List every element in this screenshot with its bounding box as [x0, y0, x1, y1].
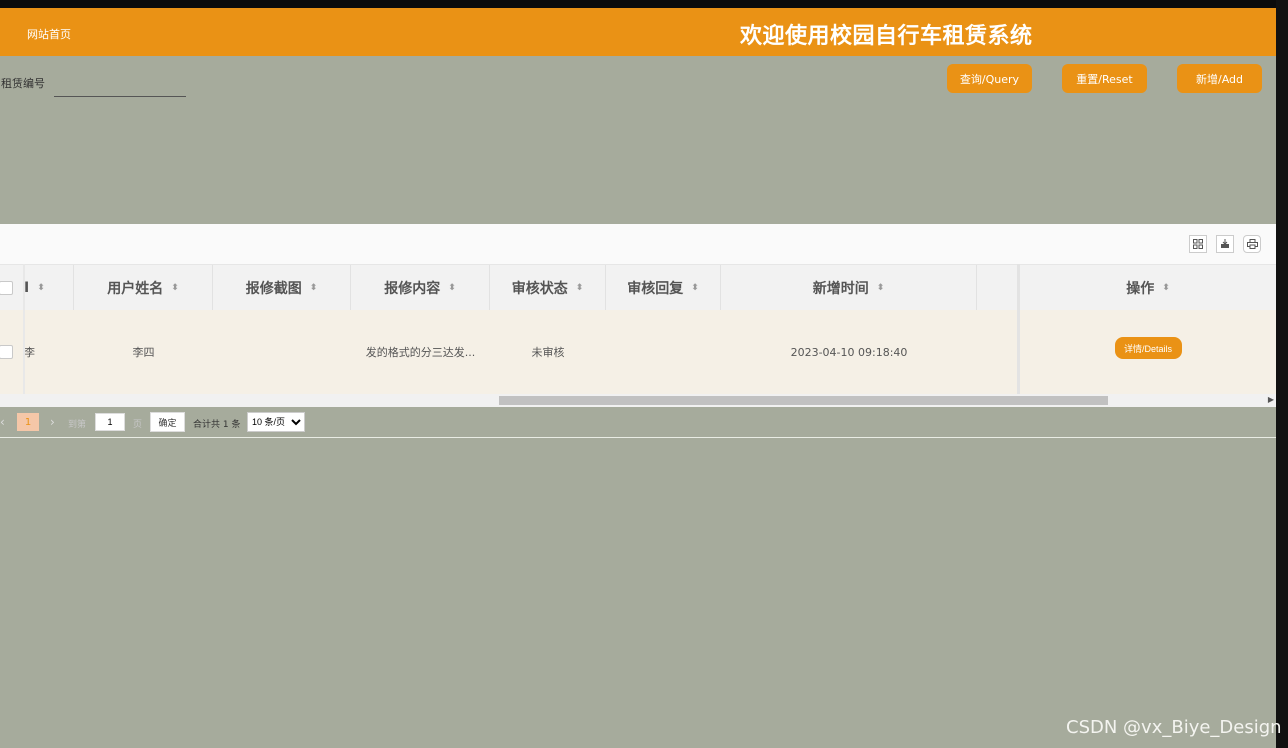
sort-icon[interactable]: ⬍ — [1162, 283, 1170, 293]
scrollbar-thumb[interactable] — [499, 396, 1108, 405]
cell-review-reply — [606, 310, 721, 394]
add-button[interactable]: 新增/Add — [1177, 64, 1262, 93]
prev-page-icon[interactable]: ‹ — [0, 415, 5, 429]
header-label: 报修内容 — [384, 280, 441, 297]
page-size-select[interactable]: 10 条/页 — [247, 412, 305, 432]
cell-actions: 详情/Details — [1020, 310, 1276, 394]
nav-home-link[interactable]: 网站首页 — [27, 26, 71, 42]
header-user-name[interactable]: 用户姓名 ⬍ — [74, 265, 213, 310]
cell-review-status: 未审核 — [531, 346, 565, 359]
horizontal-scrollbar[interactable]: ▶ — [0, 394, 1276, 407]
table-panel: I ⬍ 用户姓名 ⬍ 报修截图 ⬍ 报修内容 ⬍ 审核状态 ⬍ 审核回复 ⬍ 新增时间 ⬍ 操… — [0, 224, 1276, 407]
scroll-right-arrow-icon[interactable]: ▶ — [1268, 395, 1274, 404]
goto-label: 到第 — [68, 420, 87, 430]
header-actions: 操作 ⬍ — [1020, 265, 1276, 310]
header-label: 审核回复 — [627, 280, 684, 297]
sort-icon[interactable]: ⬍ — [877, 283, 885, 293]
cell-screenshot — [213, 310, 351, 394]
header-content[interactable]: 报修内容 ⬍ — [351, 265, 490, 310]
reset-button[interactable]: 重置/Reset — [1062, 64, 1147, 93]
details-button[interactable]: 详情/Details — [1114, 337, 1182, 359]
goto-page-input[interactable] — [95, 413, 125, 431]
header-col-partial[interactable]: I ⬍ — [24, 265, 74, 310]
table-row: 李 李四 发的格式的分三达发... 未审核 2023-04-10 09:18:4… — [0, 310, 1276, 394]
export-icon[interactable] — [1216, 235, 1234, 253]
header-label: 审核状态 — [511, 280, 568, 297]
row-select-cell[interactable] — [0, 310, 24, 394]
total-count: 合计共 1 条 — [193, 420, 241, 430]
sort-icon[interactable]: ⬍ — [691, 283, 699, 293]
sort-icon[interactable]: ⬍ — [310, 283, 318, 293]
pagination: ‹ 1 › 到第 页 确定 合计共 1 条 10 条/页 — [0, 407, 1276, 438]
rental-no-input[interactable] — [54, 78, 186, 97]
site-header: 网站首页 欢迎使用校园自行车租赁系统 — [0, 8, 1276, 56]
sort-icon[interactable]: ⬍ — [37, 283, 45, 293]
header-label: 报修截图 — [245, 280, 302, 297]
row-checkbox[interactable] — [0, 345, 13, 359]
header-select-all[interactable] — [0, 265, 24, 310]
columns-icon[interactable] — [1189, 235, 1207, 253]
header-review-status[interactable]: 审核状态 ⬍ — [490, 265, 606, 310]
goto-confirm-button[interactable]: 确定 — [150, 412, 185, 432]
site-title: 欢迎使用校园自行车租赁系统 — [740, 24, 1033, 49]
search-label-rental-no: 租赁编号 — [1, 77, 45, 90]
sort-icon[interactable]: ⬍ — [576, 283, 584, 293]
window-right-border — [1276, 0, 1288, 748]
window-top-border — [0, 0, 1288, 8]
cell-content: 发的格式的分三达发... — [365, 346, 476, 359]
current-page[interactable]: 1 — [17, 413, 39, 431]
table-header: I ⬍ 用户姓名 ⬍ 报修截图 ⬍ 报修内容 ⬍ 审核状态 ⬍ 审核回复 ⬍ 新增时间 ⬍ 操… — [0, 264, 1276, 311]
sort-icon[interactable]: ⬍ — [448, 283, 456, 293]
header-label: 用户姓名 — [107, 280, 164, 297]
header-created-at[interactable]: 新增时间 ⬍ — [721, 265, 977, 310]
query-button[interactable]: 查询/Query — [947, 64, 1032, 93]
cell-partial: 李 — [24, 346, 35, 359]
select-all-checkbox[interactable] — [0, 281, 13, 295]
fixed-left-divider — [23, 264, 25, 394]
page-unit-label: 页 — [133, 420, 143, 430]
watermark: CSDN @vx_Biye_Design — [1066, 717, 1282, 738]
fixed-right-divider — [1017, 264, 1020, 394]
header-empty — [977, 265, 1020, 310]
cell-created-at: 2023-04-10 09:18:40 — [790, 345, 908, 359]
print-icon[interactable] — [1243, 235, 1261, 253]
next-page-icon[interactable]: › — [50, 415, 55, 429]
header-screenshot[interactable]: 报修截图 ⬍ — [213, 265, 351, 310]
header-label: 操作 — [1126, 280, 1155, 297]
header-label: 新增时间 — [812, 280, 869, 297]
header-review-reply[interactable]: 审核回复 ⬍ — [606, 265, 721, 310]
cell-user-name: 李四 — [132, 346, 155, 359]
sort-icon[interactable]: ⬍ — [171, 283, 179, 293]
